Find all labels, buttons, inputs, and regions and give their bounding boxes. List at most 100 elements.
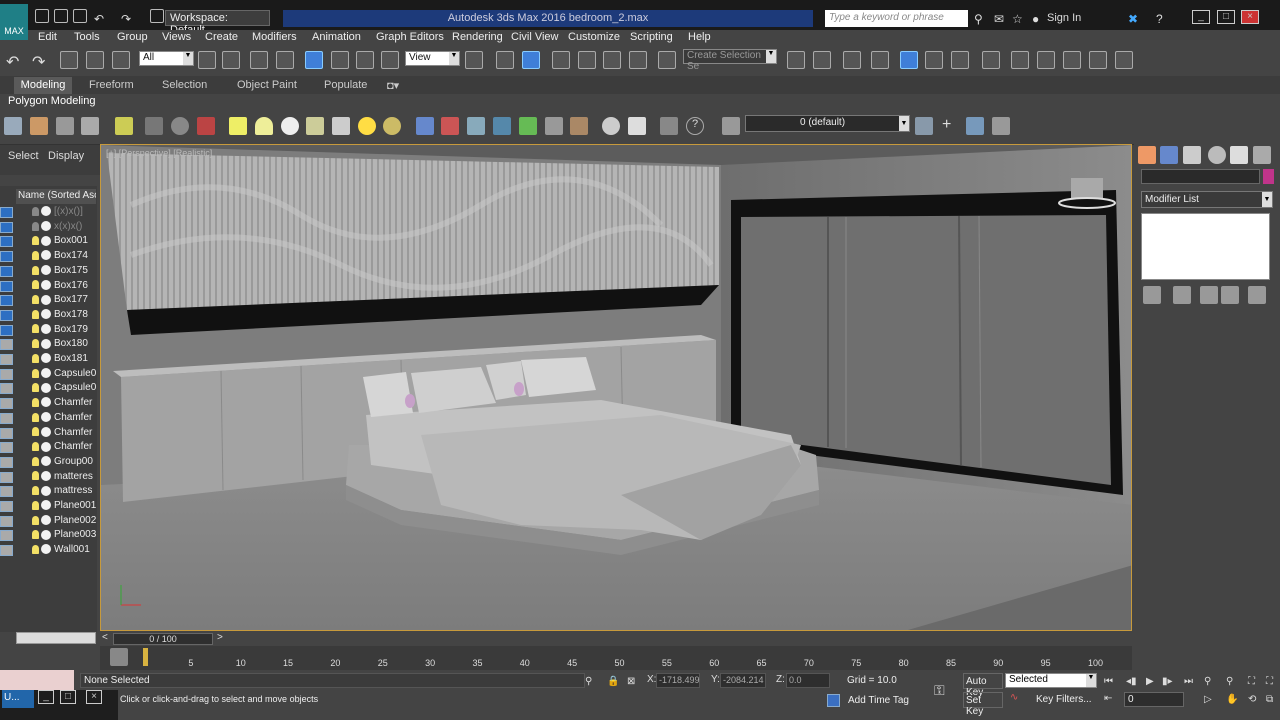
render-in-cloud-icon[interactable] [1115,51,1133,69]
tab-freeform[interactable]: Freeform [89,79,134,91]
sphere-gizmo-icon[interactable] [171,117,189,135]
filter-toggle-icon[interactable] [0,221,13,233]
display-tab-icon[interactable] [1230,146,1248,164]
open-file-icon[interactable] [54,9,68,23]
graphite-toolset-icon[interactable] [871,51,889,69]
list-item[interactable]: [(x)x()] [32,206,83,220]
filter-toggle-icon[interactable] [0,398,13,410]
redo-icon[interactable]: ↷ [32,52,45,72]
list-item[interactable]: Box175 [32,265,88,279]
menu-views[interactable]: Views [162,31,191,43]
select-and-manipulate-icon[interactable] [496,51,514,69]
filter-toggle-icon[interactable] [0,530,13,542]
light-bulb-icon[interactable] [32,486,39,496]
light-bulb-icon[interactable] [32,236,39,246]
list-item[interactable]: Chamfer [32,441,92,455]
object-visibility-icon[interactable] [41,544,51,555]
exchange-apps-icon[interactable]: ✖ [1128,12,1138,26]
select-in-layer-icon[interactable] [966,117,984,135]
light-bulb-icon[interactable] [32,515,39,525]
current-layer-dropdown[interactable]: 0 (default) ▼ [745,115,910,132]
go-to-end-icon[interactable]: ⏭ [1184,676,1193,687]
omni-light-icon[interactable] [383,117,401,135]
object-visibility-icon[interactable] [41,470,51,481]
filter-toggle-icon[interactable] [0,251,13,263]
light-bulb-icon[interactable] [32,368,39,378]
object-visibility-icon[interactable] [41,294,51,305]
select-by-name-icon[interactable] [222,51,240,69]
menu-modifiers[interactable]: Modifiers [252,31,297,43]
filter-toggle-icon[interactable] [0,383,13,395]
render-iterative-icon[interactable] [1089,51,1107,69]
key-mode-dropdown[interactable]: Selected ▼ [1005,673,1097,688]
current-frame-input[interactable]: 0 [1124,692,1184,707]
dome-icon[interactable] [255,117,273,135]
rectangular-selection-icon[interactable] [250,51,268,69]
filter-toggle-icon[interactable] [0,354,13,365]
maxscript-listener[interactable] [0,670,74,690]
search-input[interactable]: Type a keyword or phrase [825,10,968,27]
y-coordinate[interactable]: -2084.214 [720,673,766,688]
select-and-scale-icon[interactable] [356,51,374,69]
time-tag-icon[interactable] [827,694,840,707]
sun-light-icon[interactable] [358,117,376,135]
cone-icon[interactable] [332,117,350,135]
filter-toggle-icon[interactable] [0,295,13,307]
field-of-view-icon[interactable]: ▷ [1204,694,1212,705]
modifier-stack[interactable] [1141,213,1270,280]
filter-toggle-icon[interactable] [0,427,13,439]
list-item[interactable]: Chamfer [32,427,92,441]
foliage-icon[interactable] [519,117,537,135]
menu-scripting[interactable]: Scripting [630,31,673,43]
object-visibility-icon[interactable] [41,338,51,349]
light-bulb-icon[interactable] [32,309,39,319]
listener-close-icon[interactable]: × [86,690,102,704]
list-item[interactable]: Box181 [32,353,88,367]
redo-icon[interactable]: ↷ [121,12,131,26]
spinner-snap-icon[interactable] [629,51,647,69]
key-mode-toggle-icon[interactable]: ⇤ [1104,693,1112,704]
undo-icon[interactable]: ↶ [94,12,104,26]
explorer-tab-select[interactable]: Select [8,150,39,162]
list-item[interactable]: Plane001 [32,500,96,514]
list-item[interactable]: Chamfer [32,412,92,426]
object-visibility-icon[interactable] [41,368,51,379]
modifier-list-dropdown[interactable]: Modifier List ▼ [1141,191,1273,208]
object-visibility-icon[interactable] [41,353,51,364]
material-editor-icon[interactable] [982,51,1000,69]
tab-populate[interactable]: Populate [324,79,367,91]
new-file-icon[interactable] [35,9,49,23]
light-bulb-icon[interactable] [32,383,39,393]
viewport-config-icon[interactable] [145,117,163,135]
light-bulb-icon[interactable] [32,339,39,349]
modify-tab-icon[interactable] [1160,146,1178,164]
list-item[interactable]: Box178 [32,309,88,323]
object-name-input[interactable] [1141,169,1260,184]
project-folder-icon[interactable] [150,9,164,23]
object-visibility-icon[interactable] [41,412,51,423]
light-bulb-icon[interactable] [32,221,39,231]
light-bulb-icon[interactable] [32,530,39,540]
light-bulb-icon[interactable] [32,456,39,466]
light-bulb-icon[interactable] [32,265,39,275]
menu-group[interactable]: Group [117,31,148,43]
placement-icon[interactable] [381,51,399,69]
save-file-icon[interactable] [73,9,87,23]
menu-edit[interactable]: Edit [38,31,57,43]
schematic-view-icon[interactable] [951,51,969,69]
listener-minimize-icon[interactable]: _ [38,690,54,704]
favorites-star-icon[interactable]: ☆ [1012,12,1023,26]
menu-tools[interactable]: Tools [74,31,100,43]
render-production-icon[interactable] [1063,51,1081,69]
object-visibility-icon[interactable] [41,529,51,540]
menu-graph-editors[interactable]: Graph Editors [376,31,444,43]
material-sphere-icon[interactable] [602,117,620,135]
filter-toggle-icon[interactable] [0,471,13,483]
select-and-rotate-icon[interactable] [331,51,349,69]
align-icon[interactable] [813,51,831,69]
filter-toggle-icon[interactable] [0,368,13,380]
filter-toggle-icon[interactable] [0,339,13,351]
render-frame-icon[interactable] [30,117,48,135]
communication-center-icon[interactable]: ✉ [994,12,1004,26]
box-primitive-icon[interactable] [229,117,247,135]
